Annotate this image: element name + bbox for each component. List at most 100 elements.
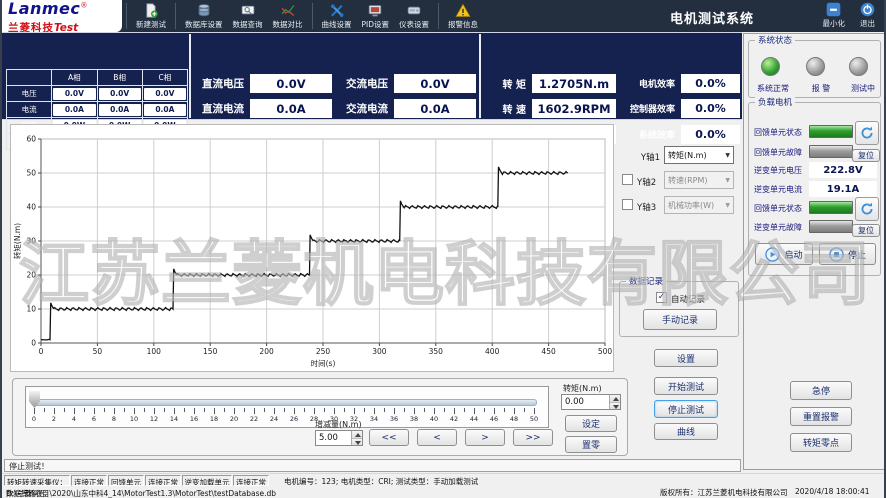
manual-record-button[interactable]: 手动记录 <box>643 309 717 330</box>
ruler-tick <box>354 408 355 414</box>
svg-text:450: 450 <box>541 347 556 356</box>
reset-alarm-button[interactable]: 重置报警 <box>790 407 852 426</box>
toolbar-button-label: 数据库设置 <box>185 19 223 30</box>
set-button[interactable]: 设定 <box>565 415 617 432</box>
spin-up-icon[interactable] <box>610 395 620 403</box>
toolbar-button-curve-settings[interactable]: 曲线设置 <box>317 0 357 32</box>
phase-value: 0.0A <box>53 104 95 116</box>
torque-setpoint-spinner[interactable]: 0.00 <box>561 394 621 410</box>
ruler-tick <box>214 408 215 414</box>
reset-button[interactable]: 复位 <box>852 149 880 162</box>
ac-meter-label: 交流电流 <box>336 101 388 116</box>
ruler-tick <box>464 408 465 412</box>
settings-button[interactable]: 设置 <box>654 349 718 367</box>
reset-icon-button[interactable] <box>855 121 879 145</box>
spin-up-icon[interactable] <box>352 431 362 439</box>
curve-settings-icon <box>329 3 345 18</box>
ruler-tick <box>154 408 155 414</box>
svg-text:300: 300 <box>372 347 387 356</box>
auto-record-label: 自动记录 <box>671 293 705 305</box>
y-axis3-checkbox[interactable] <box>622 199 633 210</box>
spinner-arrows[interactable] <box>351 431 362 445</box>
ruler-tick <box>304 408 305 412</box>
motor-start-button[interactable]: 启动 <box>755 243 813 265</box>
status-segment: 逆变加载单元 <box>182 475 232 486</box>
spinner-arrows[interactable] <box>609 395 620 409</box>
step-back-fast-button[interactable]: << <box>369 429 409 446</box>
chevron-down-icon: ▼ <box>725 202 730 209</box>
ruler-tick-label: 46 <box>487 415 501 423</box>
spin-down-icon[interactable] <box>352 439 362 446</box>
toolbar-button-data-query[interactable]: 数据查询 <box>228 0 268 32</box>
zero-button[interactable]: 置零 <box>565 436 617 453</box>
load-motor-groupbox: 负载电机 启动 停止 回馈单元状态回馈单元故障复位逆变单元电压222.8V逆变单… <box>748 102 881 276</box>
toolbar-button-new-test[interactable]: 新建测试 <box>131 0 171 32</box>
phase-row-label: 电流 <box>7 102 52 118</box>
system-status-groupbox: 系统状态 系统正常报 警测试中 <box>748 40 881 98</box>
torque-zero-button[interactable]: 转矩零点 <box>790 433 852 452</box>
window-controls: 最小化 退出 <box>823 1 877 29</box>
curve-button[interactable]: 曲线 <box>654 423 718 440</box>
spin-down-icon[interactable] <box>610 403 620 410</box>
minimize-button[interactable]: 最小化 <box>823 1 846 29</box>
torque-setpoint-value: 0.00 <box>562 395 609 409</box>
ruler-tick <box>194 408 195 414</box>
toolbar-button-label: 数据查询 <box>233 19 263 30</box>
emergency-stop-button[interactable]: 急停 <box>790 381 852 400</box>
auto-record-checkbox[interactable]: ✓ <box>656 292 667 303</box>
svg-text:0: 0 <box>39 347 44 356</box>
meter-settings-icon <box>406 3 422 18</box>
check-mark: ✓ <box>658 292 666 302</box>
y-axis1-dropdown[interactable]: 转矩(N.m)▼ <box>664 146 734 164</box>
start-test-button[interactable]: 开始测试 <box>654 377 718 395</box>
ruler-tick-label: 8 <box>107 415 121 423</box>
ruler-tick <box>484 408 485 412</box>
toolbar-button-alarm-info[interactable]: 报警信息 <box>443 0 483 32</box>
phase-value: 0.0V <box>99 88 141 100</box>
toolbar-button-meter-settings[interactable]: 仪表设置 <box>394 0 434 32</box>
panel-divider <box>189 34 191 118</box>
ruler-tick-label: 0 <box>27 415 41 423</box>
motor-stop-button[interactable]: 停止 <box>819 243 876 265</box>
status-led-label: 报 警 <box>799 83 843 94</box>
toolbar-button-label: PID设置 <box>362 19 390 30</box>
exit-button[interactable]: 退出 <box>859 1 876 29</box>
pid-settings-icon <box>367 3 383 18</box>
toolbar-button-label: 报警信息 <box>448 19 478 30</box>
y-axis2-checkbox[interactable] <box>622 174 633 185</box>
ruler-tick <box>314 408 315 414</box>
status-led-on <box>761 57 780 76</box>
delta-spinner[interactable]: 5.00 <box>315 430 363 446</box>
y-axis2-label: Y轴2 <box>637 176 661 188</box>
toolbar-button-data-compare[interactable]: 数据对比 <box>268 0 308 32</box>
toolbar-button-pid-settings[interactable]: PID设置 <box>357 0 395 32</box>
reset-icon-button[interactable] <box>855 197 879 221</box>
phase-value-cell: 0.0V <box>52 86 97 102</box>
eff-meter-row: 控制器效率0.0% <box>620 99 740 118</box>
status-led-off <box>849 57 868 76</box>
reset-button[interactable]: 复位 <box>852 224 880 237</box>
exit-label: 退出 <box>860 18 875 29</box>
stop-test-button[interactable]: 停止测试 <box>654 400 718 418</box>
ruler-tick <box>374 408 375 414</box>
eff-meter-value: 0.0% <box>681 125 740 144</box>
ruler-tick-label: 4 <box>67 415 81 423</box>
phase-value-cell: 0.0V <box>142 86 187 102</box>
toolbar-separator <box>126 3 127 29</box>
y-axis3-dropdown: 机械功率(W)▼ <box>664 196 734 214</box>
title-bar: Lanmec® 兰菱科技Test 新建测试数据库设置数据查询数据对比曲线设置PI… <box>2 0 884 32</box>
eff-meter-label: 控制器效率 <box>620 102 675 115</box>
torque-slider: 0246810121416182022242628303234363840424… <box>25 386 549 428</box>
ruler-tick <box>524 408 525 412</box>
ruler-tick <box>534 408 535 414</box>
slider-track[interactable] <box>31 399 537 406</box>
step-forward-button[interactable]: > <box>465 429 505 446</box>
toolbar-button-label: 数据对比 <box>273 19 303 30</box>
step-forward-fast-button[interactable]: >> <box>513 429 553 446</box>
status-bar-indicator-on <box>809 125 853 138</box>
step-back-button[interactable]: < <box>417 429 457 446</box>
load-motor-title: 负载电机 <box>755 96 795 108</box>
ruler-tick <box>44 408 45 412</box>
toolbar-button-db-settings[interactable]: 数据库设置 <box>180 0 228 32</box>
mech-meter-row: 转 矩1.2705N.m <box>482 74 620 93</box>
